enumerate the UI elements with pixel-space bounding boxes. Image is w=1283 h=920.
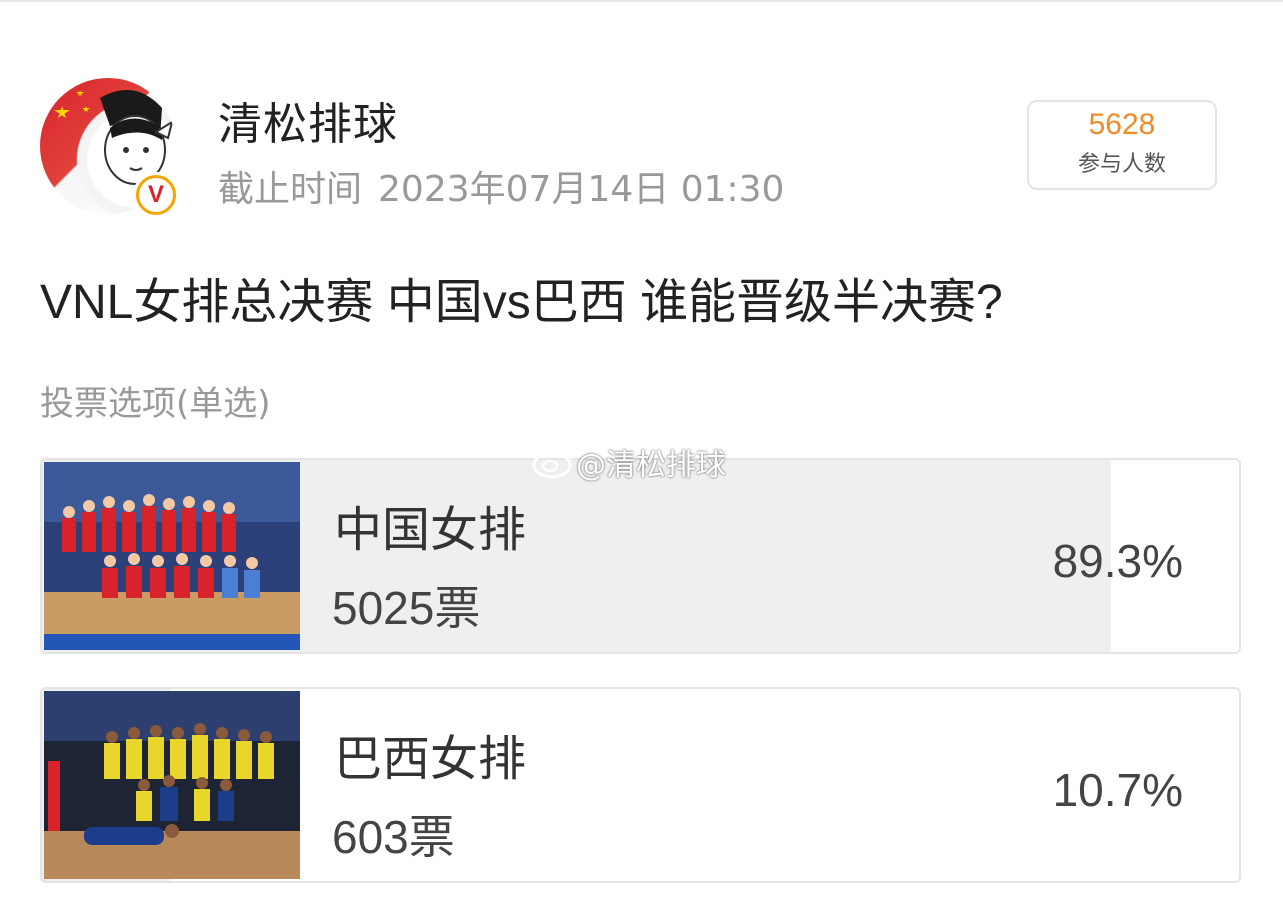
option-percent: 89.3%	[1052, 535, 1183, 587]
verified-badge-icon: V	[133, 172, 179, 218]
watermark: @清松排球	[532, 440, 726, 484]
watermark-text: @清松排球	[576, 448, 726, 483]
poll-option-china[interactable]: 中国女排 5025票 89.3%	[40, 458, 1241, 654]
poll-question: VNL女排总决赛 中国vs巴西 谁能晋级半决赛?	[40, 276, 1003, 329]
option-votes: 603票	[332, 811, 455, 863]
option-name: 巴西女排	[334, 731, 527, 787]
top-divider	[0, 0, 1283, 2]
deadline-label: 截止时间	[218, 169, 363, 210]
deadline: 截止时间 2023年07月14日 01:30	[218, 160, 784, 212]
weibo-logo-icon	[532, 447, 574, 479]
option-percent: 10.7%	[1052, 764, 1183, 816]
vote-type-label: 投票选项(单选)	[40, 384, 271, 424]
participants-count: 5628	[1088, 108, 1156, 141]
poll-option-brazil[interactable]: 巴西女排 603票 10.7%	[40, 687, 1241, 883]
participants-box: 5628 参与人数	[1027, 100, 1217, 190]
option-votes: 5025票	[332, 582, 481, 634]
participants-label: 参与人数	[1077, 152, 1166, 177]
deadline-value: 2023年07月14日 01:30	[378, 169, 785, 210]
brazil-team-photo	[44, 691, 300, 879]
username[interactable]: 清松排球	[218, 88, 398, 152]
china-team-photo	[44, 462, 300, 650]
option-name: 中国女排	[334, 502, 527, 558]
